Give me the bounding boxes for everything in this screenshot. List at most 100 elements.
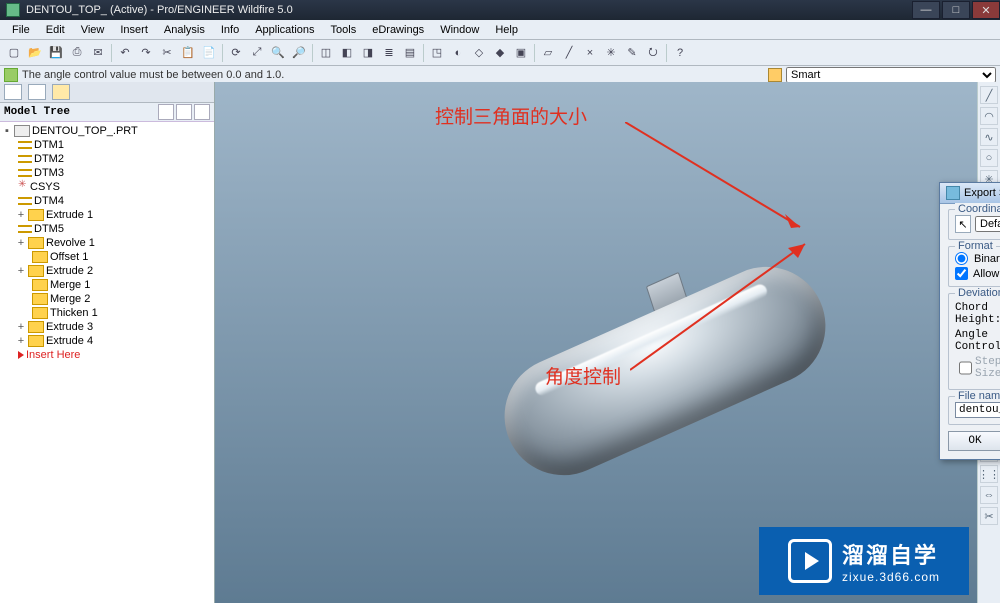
smart-filter[interactable]: Smart xyxy=(786,67,996,83)
menubar: File Edit View Insert Analysis Info Appl… xyxy=(0,20,1000,40)
menu-view[interactable]: View xyxy=(73,22,113,38)
tree-insert-here[interactable]: Insert Here xyxy=(26,349,80,361)
tree-item[interactable]: DTM4 xyxy=(34,195,64,207)
menu-info[interactable]: Info xyxy=(213,22,247,38)
coord-system-select[interactable]: Default xyxy=(975,216,1000,232)
play-icon xyxy=(788,539,832,583)
part-icon xyxy=(14,125,30,137)
spline-icon[interactable]: ∿ xyxy=(980,128,998,146)
trim-icon[interactable]: ✂ xyxy=(980,507,998,525)
datum-icon xyxy=(18,225,32,233)
feature-icon xyxy=(32,307,48,319)
circle-icon[interactable]: ○ xyxy=(980,149,998,167)
open-icon[interactable]: 📂 xyxy=(25,43,45,63)
menu-file[interactable]: File xyxy=(4,22,38,38)
step-size-checkbox[interactable] xyxy=(959,361,972,375)
print-icon[interactable]: ⎙ xyxy=(67,43,87,63)
datum-plane-icon[interactable]: ▱ xyxy=(538,43,558,63)
app-icon xyxy=(6,3,20,17)
tree-item[interactable]: Merge 1 xyxy=(50,279,90,291)
tree-item[interactable]: DTM5 xyxy=(34,223,64,235)
menu-applications[interactable]: Applications xyxy=(247,22,322,38)
spin-icon[interactable]: ⭮ xyxy=(643,43,663,63)
tree-tool-icon[interactable] xyxy=(158,104,174,120)
copy-icon[interactable]: 📋 xyxy=(178,43,198,63)
tree-item[interactable]: Merge 2 xyxy=(50,293,90,305)
csys-icon xyxy=(18,182,28,192)
export-stl-dialog: Export STL ✕ Coordinate System ↖ Default… xyxy=(939,182,1000,460)
view-icon[interactable]: ◫ xyxy=(316,43,336,63)
tree-show-icon[interactable] xyxy=(176,104,192,120)
arc-icon[interactable]: ◠ xyxy=(980,107,998,125)
orient-icon[interactable]: ◧ xyxy=(337,43,357,63)
nohid-icon[interactable]: ▣ xyxy=(511,43,531,63)
mail-icon[interactable]: ✉ xyxy=(88,43,108,63)
tree-item[interactable]: Offset 1 xyxy=(50,251,88,263)
tree-item[interactable]: Thicken 1 xyxy=(50,307,98,319)
datum-csys-icon[interactable]: ✳ xyxy=(601,43,621,63)
datum-icon xyxy=(18,197,32,205)
tree-item[interactable]: CSYS xyxy=(30,181,60,193)
tree-settings-icon[interactable] xyxy=(194,104,210,120)
watermark: 溜溜自学 zixue.3d66.com xyxy=(759,527,969,595)
redo-icon[interactable]: ↷ xyxy=(136,43,156,63)
model-tree[interactable]: ▪DENTOU_TOP_.PRT DTM1 DTM2 DTM3 CSYS DTM… xyxy=(0,122,214,603)
insert-icon xyxy=(18,351,24,359)
minimize-button[interactable]: — xyxy=(912,1,940,19)
help-icon[interactable]: ? xyxy=(670,43,690,63)
orient2-icon[interactable]: ◨ xyxy=(358,43,378,63)
tree-item[interactable]: Extrude 1 xyxy=(46,209,93,221)
menu-insert[interactable]: Insert xyxy=(112,22,156,38)
repaint-icon[interactable]: ◳ xyxy=(427,43,447,63)
undo-icon[interactable]: ↶ xyxy=(115,43,135,63)
line-icon[interactable]: ╱ xyxy=(980,86,998,104)
pattern-icon[interactable]: ⋮⋮ xyxy=(980,465,998,483)
menu-tools[interactable]: Tools xyxy=(323,22,365,38)
layer2-icon[interactable]: ▤ xyxy=(400,43,420,63)
mirror-icon[interactable]: ⇔ xyxy=(980,486,998,504)
pick-csys-button[interactable]: ↖ xyxy=(955,215,971,233)
cut-icon[interactable]: ✂ xyxy=(157,43,177,63)
menu-edit[interactable]: Edit xyxy=(38,22,73,38)
tree-item[interactable]: DTM3 xyxy=(34,167,64,179)
hidden-icon[interactable]: ◆ xyxy=(490,43,510,63)
menu-analysis[interactable]: Analysis xyxy=(156,22,213,38)
paste-icon[interactable]: 📄 xyxy=(199,43,219,63)
viewport-3d[interactable]: 控制三角面的大小 角度控制 Export STL ✕ Coordinate Sy… xyxy=(215,82,977,603)
regen-icon[interactable]: ⟳ xyxy=(226,43,246,63)
zoom-out-icon[interactable]: 🔎 xyxy=(289,43,309,63)
zoom-fit-icon[interactable]: ⤢ xyxy=(247,43,267,63)
menu-edrawings[interactable]: eDrawings xyxy=(364,22,432,38)
tree-item[interactable]: Extrude 4 xyxy=(46,335,93,347)
datum-icon xyxy=(18,141,32,149)
datum-axis-icon[interactable]: ╱ xyxy=(559,43,579,63)
save-icon[interactable]: 💾 xyxy=(46,43,66,63)
tab-folder-icon[interactable] xyxy=(52,84,70,100)
filename-input[interactable] xyxy=(955,402,1000,418)
close-button[interactable]: ✕ xyxy=(972,1,1000,19)
new-icon[interactable]: ▢ xyxy=(4,43,24,63)
format-binary-radio[interactable] xyxy=(955,252,968,265)
layers-icon[interactable]: ≣ xyxy=(379,43,399,63)
wire-icon[interactable]: ◇ xyxy=(469,43,489,63)
feature-icon xyxy=(28,209,44,221)
zoom-in-icon[interactable]: 🔍 xyxy=(268,43,288,63)
annot-icon[interactable]: ✎ xyxy=(622,43,642,63)
allow-negative-checkbox[interactable] xyxy=(955,267,968,280)
datum-point-icon[interactable]: × xyxy=(580,43,600,63)
ok-button[interactable]: OK xyxy=(948,431,1000,451)
dialog-titlebar[interactable]: Export STL ✕ xyxy=(940,183,1000,204)
tab-layers-icon[interactable] xyxy=(28,84,46,100)
tree-item[interactable]: Extrude 2 xyxy=(46,265,93,277)
root-node[interactable]: DENTOU_TOP_.PRT xyxy=(32,125,138,137)
shade-icon[interactable]: ◐ xyxy=(448,43,468,63)
menu-window[interactable]: Window xyxy=(432,22,487,38)
feature-icon xyxy=(32,251,48,263)
tab-tree-icon[interactable] xyxy=(4,84,22,100)
menu-help[interactable]: Help xyxy=(487,22,526,38)
tree-item[interactable]: Extrude 3 xyxy=(46,321,93,333)
maximize-button[interactable]: □ xyxy=(942,1,970,19)
tree-item[interactable]: DTM1 xyxy=(34,139,64,151)
tree-item[interactable]: Revolve 1 xyxy=(46,237,95,249)
tree-item[interactable]: DTM2 xyxy=(34,153,64,165)
